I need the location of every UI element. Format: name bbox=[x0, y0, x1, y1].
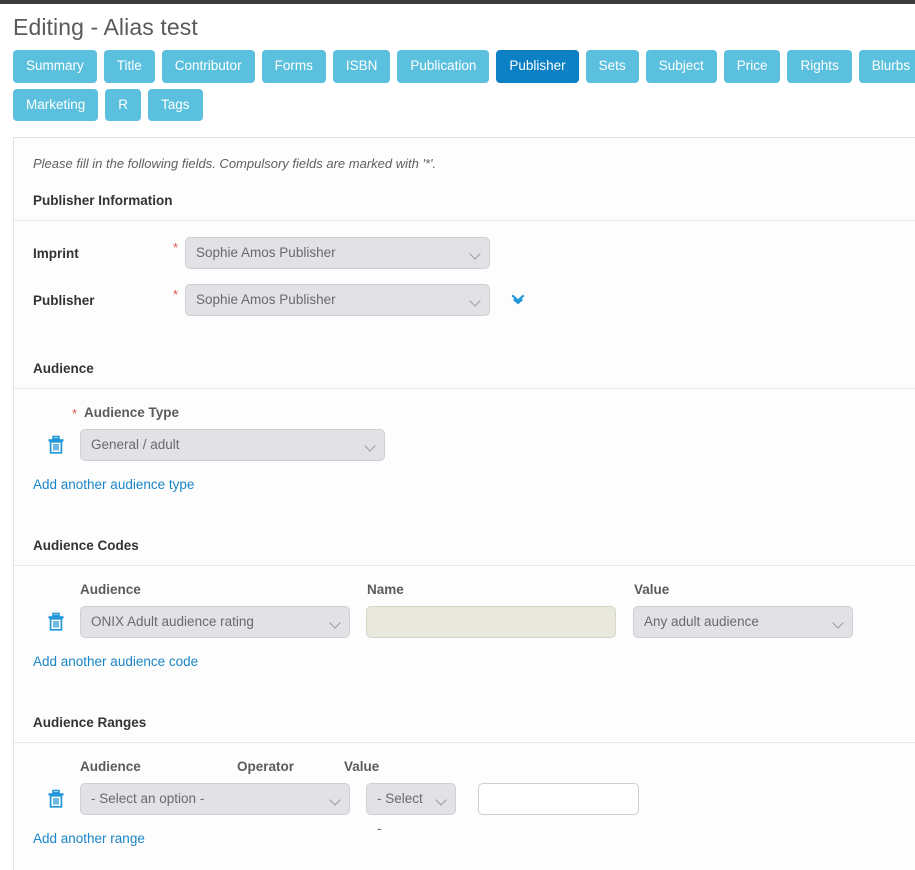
audience-type-row: General / adult bbox=[33, 429, 915, 461]
imprint-select-wrap: Sophie Amos Publisher bbox=[185, 237, 490, 269]
audience-fields: * Audience Type General / adult Add anot… bbox=[14, 405, 915, 494]
tab-price[interactable]: Price bbox=[723, 50, 781, 83]
audience-type-select-wrap: General / adult bbox=[80, 429, 385, 461]
form-panel: Please fill in the following fields. Com… bbox=[13, 137, 915, 870]
tab-bar: Summary Title Contributor Forms ISBN Pub… bbox=[0, 42, 915, 121]
publisher-required-marker: * bbox=[173, 287, 179, 302]
range-operator-select-wrap: - Select - bbox=[366, 783, 456, 836]
imprint-label: Imprint bbox=[33, 245, 79, 261]
tab-forms[interactable]: Forms bbox=[261, 50, 326, 83]
trash-icon[interactable] bbox=[45, 788, 67, 810]
audience-type-required-marker: * bbox=[72, 406, 78, 421]
audience-codes-row: ONIX Adult audience rating Any adult aud… bbox=[33, 606, 915, 638]
field-row-imprint: Imprint * Sophie Amos Publisher bbox=[33, 237, 915, 269]
top-spacer bbox=[0, 4, 915, 12]
page-title: Editing - Alias test bbox=[13, 14, 198, 40]
audience-type-label: Audience Type bbox=[84, 405, 180, 420]
tab-marketing[interactable]: Marketing bbox=[13, 88, 99, 121]
range-value-input[interactable] bbox=[478, 783, 639, 815]
publisher-label: Publisher bbox=[33, 292, 95, 308]
audience-code-select-wrap: ONIX Adult audience rating bbox=[80, 606, 350, 638]
publisher-select[interactable]: Sophie Amos Publisher bbox=[185, 284, 490, 316]
column-header-value: Value bbox=[634, 582, 670, 597]
trash-icon[interactable] bbox=[45, 434, 67, 456]
imprint-select[interactable]: Sophie Amos Publisher bbox=[185, 237, 490, 269]
add-another-audience-type-link[interactable]: Add another audience type bbox=[33, 477, 194, 492]
divider bbox=[14, 565, 915, 566]
audience-type-select[interactable]: General / adult bbox=[80, 429, 385, 461]
chevron-double-down-icon[interactable] bbox=[510, 292, 526, 308]
tab-publication[interactable]: Publication bbox=[397, 50, 490, 83]
audience-codes-fields: Audience Name Value ONIX Adult audience … bbox=[14, 582, 915, 671]
trash-icon[interactable] bbox=[45, 611, 67, 633]
form-instructions: Please fill in the following fields. Com… bbox=[33, 156, 437, 171]
section-audience-ranges: Audience Ranges bbox=[14, 715, 915, 740]
publisher-select-wrap: Sophie Amos Publisher bbox=[185, 284, 490, 316]
column-header-name: Name bbox=[367, 582, 404, 597]
tab-related[interactable]: R bbox=[105, 88, 142, 121]
audience-code-value-select[interactable]: Any adult audience bbox=[633, 606, 853, 638]
publisher-information-heading: Publisher Information bbox=[33, 193, 173, 208]
add-another-audience-code-link[interactable]: Add another audience code bbox=[33, 654, 198, 669]
tab-rights[interactable]: Rights bbox=[787, 50, 852, 83]
audience-codes-heading: Audience Codes bbox=[33, 538, 139, 553]
audience-heading: Audience bbox=[33, 361, 94, 376]
tab-title[interactable]: Title bbox=[103, 50, 155, 83]
add-another-range-link[interactable]: Add another range bbox=[33, 831, 145, 846]
tab-contributor[interactable]: Contributor bbox=[161, 50, 255, 83]
audience-ranges-row: - Select an option - - Select - bbox=[33, 783, 915, 836]
range-operator-select[interactable]: - Select - bbox=[366, 783, 456, 836]
column-header-range-audience: Audience bbox=[80, 759, 141, 774]
audience-ranges-heading: Audience Ranges bbox=[33, 715, 147, 730]
tab-publisher[interactable]: Publisher bbox=[496, 50, 579, 83]
range-audience-select-wrap: - Select an option - bbox=[80, 783, 350, 815]
tab-isbn[interactable]: ISBN bbox=[332, 50, 391, 83]
tab-blurbs[interactable]: Blurbs bbox=[858, 50, 915, 83]
divider bbox=[14, 388, 915, 389]
field-row-publisher: Publisher * Sophie Amos Publisher bbox=[33, 284, 915, 316]
imprint-required-marker: * bbox=[173, 240, 179, 255]
audience-ranges-fields: Audience Operator Value - Select an opti… bbox=[14, 759, 915, 848]
audience-ranges-column-headers: Audience Operator Value bbox=[33, 759, 915, 783]
section-publisher-information: Publisher Information bbox=[14, 193, 915, 218]
tab-tags[interactable]: Tags bbox=[148, 88, 203, 121]
section-audience: Audience bbox=[14, 361, 915, 386]
audience-code-select[interactable]: ONIX Adult audience rating bbox=[80, 606, 350, 638]
section-audience-codes: Audience Codes bbox=[14, 538, 915, 563]
audience-code-name-input[interactable] bbox=[366, 606, 616, 638]
divider bbox=[14, 742, 915, 743]
publisher-information-fields: Imprint * Sophie Amos Publisher Publishe… bbox=[14, 237, 915, 316]
column-header-audience: Audience bbox=[80, 582, 141, 597]
tab-summary[interactable]: Summary bbox=[13, 50, 97, 83]
column-header-range-operator: Operator bbox=[237, 759, 295, 774]
audience-code-value-select-wrap: Any adult audience bbox=[633, 606, 853, 638]
divider bbox=[14, 220, 915, 221]
tab-subject[interactable]: Subject bbox=[645, 50, 717, 83]
column-header-range-value: Value bbox=[344, 759, 380, 774]
audience-codes-column-headers: Audience Name Value bbox=[33, 582, 915, 606]
range-audience-select[interactable]: - Select an option - bbox=[80, 783, 350, 815]
tab-sets[interactable]: Sets bbox=[585, 50, 639, 83]
